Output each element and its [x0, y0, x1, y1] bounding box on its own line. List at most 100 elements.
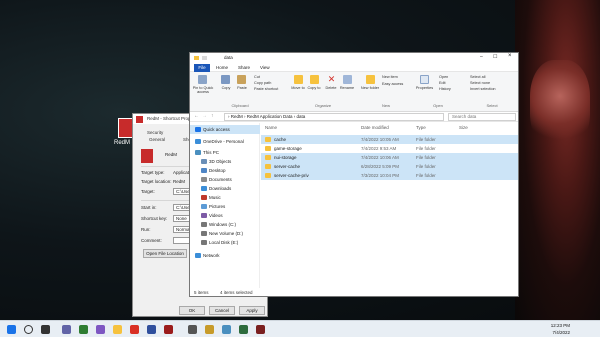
nav-item[interactable]: OneDrive - Personal [190, 137, 260, 146]
nav-item[interactable]: Downloads [190, 184, 260, 193]
app-icon[interactable] [256, 325, 265, 334]
rename-button[interactable]: Rename [337, 86, 357, 90]
nav-item-label: Network [203, 253, 220, 258]
chrome-icon[interactable] [130, 325, 139, 334]
nav-item[interactable]: 3D Objects [190, 157, 260, 166]
quick-access-icon[interactable] [202, 56, 207, 60]
tab-home[interactable]: Home [216, 65, 228, 70]
file-list: Name Date modified Type Size cache 7/4/20… [261, 123, 518, 288]
nav-item[interactable]: Music [190, 193, 260, 202]
column-type[interactable]: Type [416, 125, 426, 130]
file-name: cache [274, 137, 287, 142]
nav-item[interactable]: Network [190, 251, 260, 260]
ribbon-tabs: File Home Share View [190, 63, 518, 72]
nav-item[interactable]: Videos [190, 211, 260, 220]
nav-item-icon [195, 253, 201, 258]
maximize-icon[interactable]: ☐ [493, 54, 497, 60]
properties-button[interactable]: Properties [412, 86, 437, 90]
search-icon[interactable] [24, 325, 33, 334]
task-view-icon[interactable] [41, 325, 50, 334]
open-button[interactable]: Open [439, 75, 448, 79]
forward-icon[interactable]: → [202, 113, 207, 119]
new-item-button[interactable]: New item [382, 75, 398, 79]
nav-item[interactable]: This PC [190, 148, 260, 157]
file-row[interactable]: server-cache-priv 7/3/2022 10:04 PM File f… [261, 171, 518, 180]
paste-shortcut-button[interactable]: Paste shortcut [254, 87, 278, 91]
file-row[interactable]: cache 7/4/2022 10:05 AM File folder [261, 135, 518, 144]
nav-item[interactable]: Desktop [190, 166, 260, 175]
nav-item-label: Desktop [209, 168, 226, 173]
redm-taskbar-icon[interactable] [164, 325, 173, 334]
copy-to-icon [310, 75, 319, 84]
nav-item[interactable]: Pictures [190, 202, 260, 211]
file-row[interactable]: nui-storage 7/4/2022 10:06 AM File folder [261, 153, 518, 162]
select-none-button[interactable]: Select none [470, 81, 490, 85]
explorer-title-bar[interactable]: data – ☐ × [190, 53, 518, 63]
edit-button[interactable]: Edit [439, 81, 446, 85]
discord-icon[interactable] [96, 325, 105, 334]
tab-view[interactable]: View [260, 65, 270, 70]
target-label: Target: [141, 189, 155, 194]
minimize-icon[interactable]: – [480, 54, 483, 60]
clock-date[interactable]: 7/4/2022 [540, 330, 570, 335]
app-icon[interactable] [239, 325, 248, 334]
file-row[interactable]: server-cache 6/28/2022 5:09 PM File folder [261, 162, 518, 171]
app-icon[interactable] [147, 325, 156, 334]
nav-item-icon [201, 231, 207, 236]
column-size[interactable]: Size [459, 125, 468, 130]
copy-path-button[interactable]: Copy path [254, 81, 271, 85]
close-icon[interactable]: × [508, 53, 512, 59]
new-folder-button[interactable]: New folder [360, 86, 380, 90]
search-input[interactable]: Search data [448, 113, 516, 121]
tab-file[interactable]: File [194, 64, 210, 72]
open-file-location-button[interactable]: Open File Location [143, 249, 187, 258]
pin-button[interactable]: Pin to Quick access [192, 86, 214, 94]
delete-icon: ✕ [327, 74, 336, 84]
file-name: server-cache [274, 164, 301, 169]
column-date[interactable]: Date modified [361, 125, 389, 130]
invert-selection-button[interactable]: Invert selection [470, 87, 496, 91]
column-name[interactable]: Name [265, 125, 277, 130]
rename-icon [343, 75, 352, 84]
copy-icon [221, 75, 230, 84]
new-folder-icon [366, 75, 375, 84]
start-icon[interactable] [7, 325, 16, 334]
nav-item[interactable]: Windows (C:) [190, 220, 260, 229]
ok-button[interactable]: OK [179, 306, 205, 315]
explorer-taskbar-icon[interactable] [113, 325, 122, 334]
nav-item-label: This PC [203, 150, 220, 155]
nav-item-icon [201, 186, 207, 191]
address-bar[interactable]: › RedM › RedM Application Data › data [224, 113, 444, 121]
up-icon[interactable]: ↑ [211, 113, 214, 119]
nav-item[interactable]: Documents [190, 175, 260, 184]
teams-icon[interactable] [62, 325, 71, 334]
ribbon-home: Pin to Quick access Copy Paste Cut Copy … [190, 72, 518, 112]
tab-general[interactable]: General [149, 137, 165, 142]
shortcut-key-label: Shortcut key: [141, 216, 168, 221]
back-icon[interactable]: ← [194, 113, 199, 119]
apply-button[interactable]: Apply [239, 306, 265, 315]
app-icon[interactable] [205, 325, 214, 334]
nav-item-label: Downloads [209, 186, 232, 191]
target-type-label: Target type: [141, 170, 165, 175]
nav-item[interactable]: Local Disk (E:) [190, 238, 260, 247]
easy-access-button[interactable]: Easy access [382, 82, 403, 86]
paste-button[interactable]: Paste [233, 86, 251, 90]
nav-item-icon [195, 150, 201, 155]
xbox-icon[interactable] [79, 325, 88, 334]
history-button[interactable]: History [439, 87, 451, 91]
app-icon[interactable] [188, 325, 197, 334]
clock-time[interactable]: 12:23 PM [540, 323, 570, 328]
tab-share[interactable]: Share [238, 65, 250, 70]
nav-item[interactable]: Quick access [190, 125, 260, 134]
cancel-button[interactable]: Cancel [209, 306, 235, 315]
nav-item[interactable]: New Volume (D:) [190, 229, 260, 238]
nav-item-label: Music [209, 195, 221, 200]
tab-security[interactable]: Security [147, 130, 163, 135]
select-all-button[interactable]: Select all [470, 75, 485, 79]
app-icon[interactable] [222, 325, 231, 334]
file-type: File folder [416, 146, 436, 151]
cut-button[interactable]: Cut [254, 75, 260, 79]
file-row[interactable]: game-storage 7/4/2022 9:53 AM File folder [261, 144, 518, 153]
file-name: game-storage [274, 146, 302, 151]
